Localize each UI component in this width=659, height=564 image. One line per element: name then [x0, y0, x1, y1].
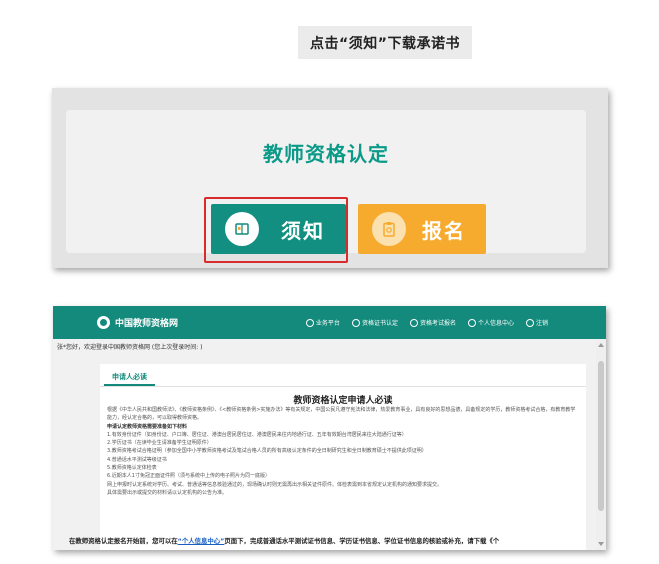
- paragraph-heading: 申请认定教师资格需要准备如下材料: [107, 423, 188, 430]
- logout-icon: [525, 318, 534, 327]
- certification-card: 教师资格认定 须知 报名: [66, 110, 586, 263]
- site-logo[interactable]: 中国教师资格网: [97, 316, 178, 329]
- logo-icon: [97, 316, 110, 329]
- register-button[interactable]: 报名: [358, 204, 486, 254]
- document-title: 教师资格认定申请人必读: [293, 396, 393, 406]
- paragraph: 6.近期本人1寸免冠正面证件照（须与系统中上传的电子照片为同一底版）: [107, 473, 270, 480]
- certification-panel-screenshot: 教师资格认定 须知 报名: [52, 88, 608, 268]
- scrollbar[interactable]: [596, 339, 606, 550]
- register-circle: [372, 212, 406, 246]
- paragraph: 1.有效身份证件（如身份证、户口簿、居住证、港澳台居民居住证、港澳居民来往内地通…: [107, 431, 407, 438]
- paragraph: 3.教师资格考试合格证明（参加全国中小学教师资格考试及笔试合格人员的所有高级认定…: [107, 448, 427, 455]
- nav-item-certification[interactable]: 资格证书认定: [351, 318, 398, 327]
- scroll-down-icon[interactable]: [598, 542, 604, 546]
- notice-button-label: 须知: [281, 218, 325, 243]
- applicant-notice-screenshot: 中国教师资格网 业务平台 资格证书认定 资格考试报名 个人信息中心 注销 张*您…: [53, 306, 606, 550]
- site-header: 中国教师资格网 业务平台 资格证书认定 资格考试报名 个人信息中心 注销: [53, 306, 606, 339]
- document-body: 根据《中华人民共和国教师法》、《教师资格条例》、《<教师资格条例>实施办法》等有…: [107, 406, 579, 497]
- nav-item-personal-center[interactable]: 个人信息中心: [467, 318, 514, 327]
- tab-applicant-notice[interactable]: 申请人必读: [104, 370, 155, 386]
- nav-item-platform[interactable]: 业务平台: [305, 318, 340, 327]
- notice-content: 申请人必读 教师资格认定申请人必读 根据《中华人民共和国教师法》、《教师资格条例…: [100, 364, 586, 550]
- nav-item-exam[interactable]: 资格考试报名: [409, 318, 456, 327]
- tab-divider: [100, 386, 586, 387]
- clipboard-icon: [383, 222, 395, 237]
- scroll-up-icon[interactable]: [598, 343, 604, 347]
- nav-label: 注销: [535, 320, 548, 327]
- paragraph: 根据《中华人民共和国教师法》、《教师资格条例》、《<教师资格条例>实施办法》等有…: [107, 407, 576, 422]
- nav-item-logout[interactable]: 注销: [525, 318, 548, 327]
- bottom-text-suffix: 页面下，完成普通话水平测试证书信息、学历证书信息、学位证书信息的核验或补充，请下…: [224, 537, 500, 545]
- instruction-label: 点击“须知”下载承诺书: [298, 26, 472, 59]
- greeting-text: 张*您好，欢迎登录中国教师资格网 (您上次登录时间: ): [57, 344, 203, 351]
- notice-button[interactable]: 须知: [211, 204, 346, 254]
- certification-title: 教师资格认定: [263, 142, 389, 166]
- exam-icon: [409, 318, 418, 327]
- paragraph: 4.普通话水平测试等级证书: [107, 456, 167, 463]
- nav-label: 资格考试报名: [419, 320, 456, 327]
- platform-icon: [305, 318, 314, 327]
- bottom-text-prefix: 在教师资格认定报名开始前，您可以在: [69, 537, 178, 545]
- book-icon: [235, 223, 249, 235]
- paragraph: 5.教师资格认定体检表: [107, 465, 157, 472]
- user-icon: [467, 318, 476, 327]
- paragraph: 2.学历证书（在读毕业生请准备学生证明原件）: [107, 440, 212, 447]
- scroll-thumb[interactable]: [598, 361, 604, 511]
- paragraph: 网上申报时认定系统对学历、考试、普通话等信息核验通过的，现场确认时则无需再出示相…: [107, 481, 443, 488]
- site-name: 中国教师资格网: [115, 319, 179, 329]
- personal-center-link[interactable]: “个人信息中心”: [178, 537, 225, 545]
- nav-label: 业务平台: [315, 320, 340, 327]
- top-nav: 业务平台 资格证书认定 资格考试报名 个人信息中心 注销: [305, 318, 548, 327]
- register-button-label: 报名: [422, 218, 466, 243]
- nav-label: 资格证书认定: [361, 320, 398, 327]
- nav-label: 个人信息中心: [477, 320, 514, 327]
- paragraph: 具体需要出示或提交的材料请以认定机构的公告为准。: [107, 489, 228, 496]
- notice-circle: [225, 212, 259, 246]
- certificate-icon: [351, 318, 360, 327]
- bottom-instruction: 在教师资格认定报名开始前，您可以在“个人信息中心”页面下，完成普通话水平测试证书…: [69, 536, 589, 545]
